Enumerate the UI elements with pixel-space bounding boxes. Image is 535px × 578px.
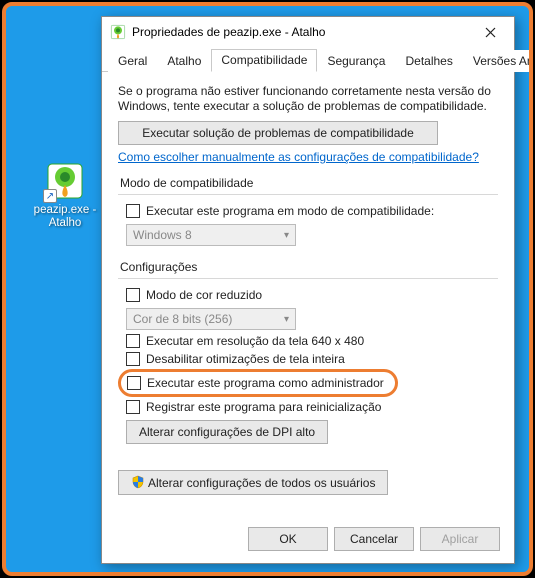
dpi-settings-button[interactable]: Alterar configurações de DPI alto [126,420,328,444]
peazip-icon: ↗ [45,161,85,201]
properties-window: Propriedades de peazip.exe - Atalho Gera… [101,16,515,564]
chevron-down-icon: ▾ [284,314,289,325]
check-compat-mode-label: Executar este programa em modo de compat… [146,204,434,218]
tab-content: Se o programa não estiver funcionando co… [102,72,514,519]
all-users-settings-button[interactable]: Alterar configurações de todos os usuári… [118,470,388,495]
apply-button[interactable]: Aplicar [420,527,500,551]
check-disable-fullscreen-opt[interactable]: Desabilitar otimizações de tela inteira [126,350,496,368]
manual-settings-link[interactable]: Como escolher manualmente as configuraçõ… [118,150,479,164]
check-run-as-admin-label: Executar este programa como administrado… [147,376,384,390]
tab-geral[interactable]: Geral [108,50,157,72]
tab-atalho[interactable]: Atalho [157,50,211,72]
group-settings: Configurações Modo de cor reduzido Cor d… [118,260,498,446]
checkbox-icon [126,400,140,414]
select-color-mode[interactable]: Cor de 8 bits (256) ▾ [126,308,296,330]
check-640x480-label: Executar em resolução da tela 640 x 480 [146,334,364,348]
outer-frame: ↗ peazip.exe - Atalho Propriedades de pe… [2,2,533,576]
shield-icon [131,475,145,489]
all-users-settings-label: Alterar configurações de todos os usuári… [148,476,375,490]
check-register-restart-label: Registrar este programa para reinicializ… [146,400,381,414]
group-compat-mode: Modo de compatibilidade Executar este pr… [118,176,498,250]
check-640x480[interactable]: Executar em resolução da tela 640 x 480 [126,332,496,350]
titlebar[interactable]: Propriedades de peazip.exe - Atalho [102,17,514,47]
checkbox-icon [126,204,140,218]
ok-button[interactable]: OK [248,527,328,551]
cancel-button[interactable]: Cancelar [334,527,414,551]
chevron-down-icon: ▾ [284,230,289,241]
dialog-footer: OK Cancelar Aplicar [102,519,514,563]
group-settings-title: Configurações [118,260,498,274]
check-compat-mode[interactable]: Executar este programa em modo de compat… [126,202,496,220]
intro-text: Se o programa não estiver funcionando co… [118,84,498,114]
tab-seguranca[interactable]: Segurança [317,50,395,72]
checkbox-icon [126,334,140,348]
desktop-shortcut-label: peazip.exe - Atalho [31,204,99,230]
group-compat-mode-title: Modo de compatibilidade [118,176,498,190]
close-button[interactable] [468,17,512,47]
checkbox-icon [126,352,140,366]
tab-compatibilidade[interactable]: Compatibilidade [211,49,317,72]
close-icon [485,27,496,38]
select-compat-os-value: Windows 8 [133,228,192,242]
check-register-restart[interactable]: Registrar este programa para reinicializ… [126,398,496,416]
highlight-run-as-admin: Executar este programa como administrado… [118,369,398,397]
window-title: Propriedades de peazip.exe - Atalho [132,25,468,39]
desktop: ↗ peazip.exe - Atalho Propriedades de pe… [6,6,529,572]
peazip-icon [110,24,126,40]
check-reduced-color[interactable]: Modo de cor reduzido [126,286,496,304]
tab-versoes-anteriores[interactable]: Versões Anteriores [463,50,533,72]
tab-detalhes[interactable]: Detalhes [395,50,462,72]
checkbox-icon [126,288,140,302]
check-disable-fullscreen-opt-label: Desabilitar otimizações de tela inteira [146,352,345,366]
desktop-shortcut-peazip[interactable]: ↗ peazip.exe - Atalho [31,161,99,230]
shortcut-arrow-icon: ↗ [43,189,57,203]
select-color-mode-value: Cor de 8 bits (256) [133,312,232,326]
check-run-as-admin[interactable]: Executar este programa como administrado… [127,374,389,392]
troubleshoot-button[interactable]: Executar solução de problemas de compati… [118,121,438,145]
tab-bar: Geral Atalho Compatibilidade Segurança D… [102,47,514,72]
checkbox-icon [127,376,141,390]
check-reduced-color-label: Modo de cor reduzido [146,288,262,302]
select-compat-os[interactable]: Windows 8 ▾ [126,224,296,246]
